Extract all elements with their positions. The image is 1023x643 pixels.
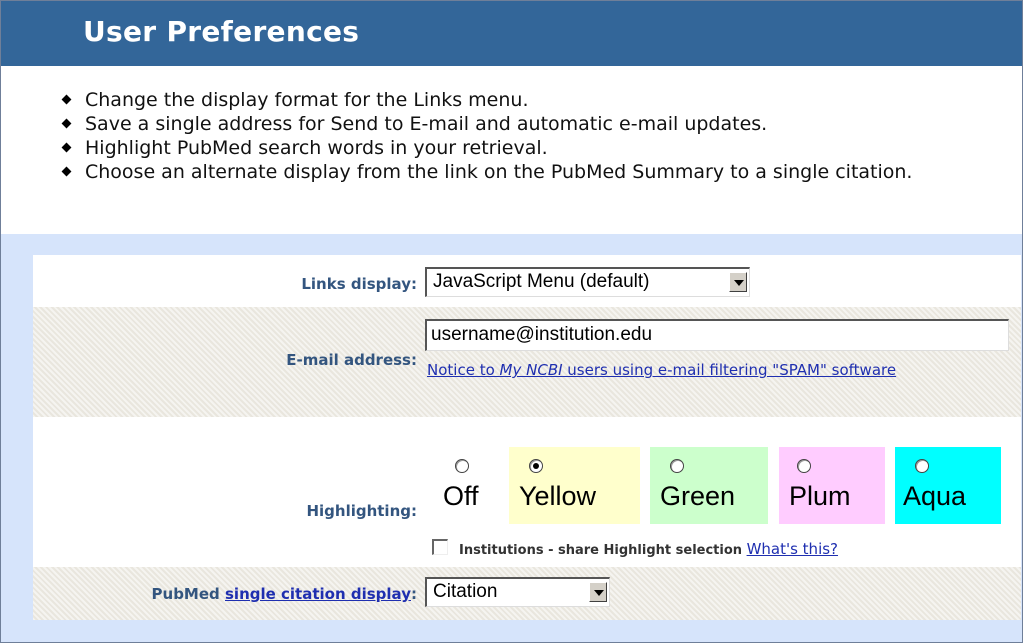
citation-label-suffix: :: [411, 585, 417, 603]
single-citation-display-link[interactable]: single citation display: [225, 585, 411, 603]
yellow-label: Yellow: [519, 481, 597, 511]
chevron-down-icon[interactable]: [729, 272, 747, 292]
chevron-down-icon[interactable]: [589, 582, 607, 602]
citation-display-row: PubMed single citation display: Citation: [33, 567, 1021, 620]
intro-list: Change the display format for the Links …: [61, 88, 981, 184]
links-display-select[interactable]: JavaScript Menu (default): [425, 267, 750, 297]
intro-bullet: Highlight PubMed search words in your re…: [61, 136, 981, 160]
institutions-row: Institutions - share Highlight selection…: [459, 540, 838, 558]
email-label: E-mail address:: [286, 351, 417, 369]
highlight-option-green[interactable]: Green: [650, 447, 768, 524]
plum-label: Plum: [789, 481, 851, 511]
links-display-label: Links display:: [301, 275, 417, 293]
citation-display-value: Citation: [433, 581, 498, 602]
email-input[interactable]: username@institution.edu: [425, 319, 1009, 351]
citation-display-label: PubMed single citation display:: [152, 585, 417, 603]
aqua-label: Aqua: [903, 481, 967, 511]
institutions-checkbox[interactable]: [432, 539, 448, 555]
links-display-value: JavaScript Menu (default): [433, 271, 650, 292]
radio-off[interactable]: [455, 459, 469, 473]
highlight-option-plum[interactable]: Plum: [779, 447, 885, 524]
preferences-frame: User Preferences Change the display form…: [0, 0, 1023, 643]
citation-display-select[interactable]: Citation: [425, 577, 610, 607]
radio-yellow[interactable]: [529, 459, 543, 473]
intro-bullet: Save a single address for Send to E-mail…: [61, 112, 981, 136]
email-row: E-mail address: username@institution.edu…: [33, 307, 1021, 417]
highlight-option-off[interactable]: Off: [433, 447, 503, 524]
intro-section: Change the display format for the Links …: [1, 66, 1022, 234]
citation-label-prefix: PubMed: [151, 585, 225, 603]
off-label: Off: [443, 481, 479, 511]
whats-this-link[interactable]: What's this?: [747, 540, 838, 558]
links-display-row: Links display: JavaScript Menu (default): [33, 255, 1021, 307]
header-bar: User Preferences: [1, 1, 1022, 66]
highlight-option-aqua[interactable]: Aqua: [895, 447, 1001, 524]
intro-bullet: Choose an alternate display from the lin…: [61, 160, 981, 184]
institutions-label: Institutions - share Highlight selection: [459, 543, 743, 558]
notice-prefix[interactable]: Notice to: [427, 361, 500, 379]
radio-green[interactable]: [670, 459, 684, 473]
highlighting-label: Highlighting:: [306, 502, 417, 520]
preferences-panel: Links display: JavaScript Menu (default)…: [33, 255, 1021, 620]
spam-notice-link[interactable]: Notice to My NCBI users using e-mail fil…: [427, 361, 987, 380]
intro-bullet: Change the display format for the Links …: [61, 88, 981, 112]
radio-plum[interactable]: [797, 459, 811, 473]
green-label: Green: [660, 481, 736, 511]
radio-aqua[interactable]: [915, 459, 929, 473]
notice-suffix[interactable]: users using e-mail filtering "SPAM" soft…: [563, 361, 896, 379]
highlight-option-yellow[interactable]: Yellow: [509, 447, 640, 524]
notice-italic[interactable]: My NCBI: [500, 361, 563, 379]
page-title: User Preferences: [83, 15, 360, 48]
